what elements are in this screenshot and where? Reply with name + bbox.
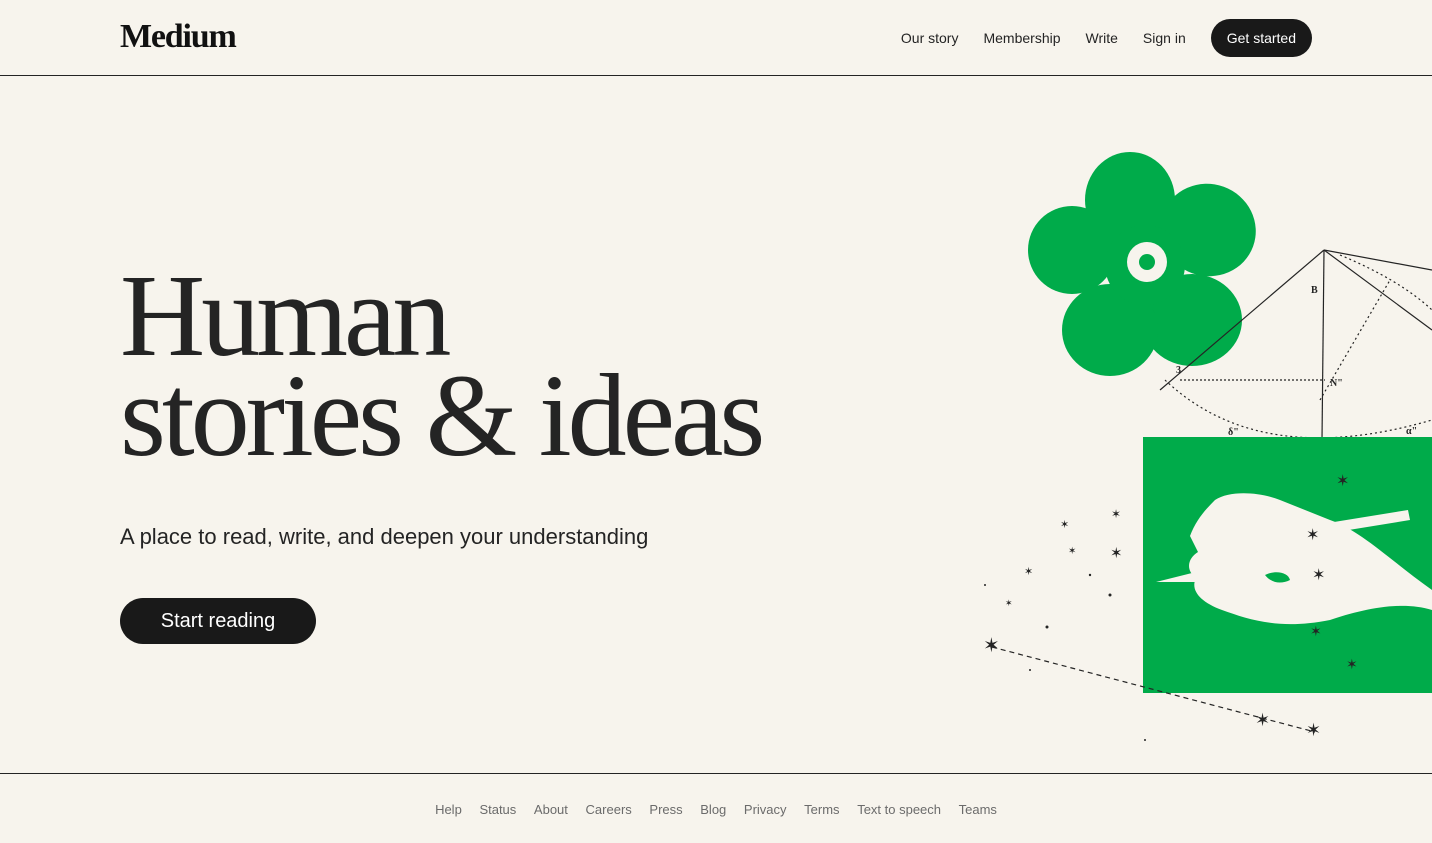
flower-illustration — [1028, 152, 1256, 376]
svg-text:✶: ✶ — [1310, 624, 1322, 640]
site-header: Medium Our story Membership Write Sign i… — [0, 0, 1432, 76]
svg-text:✶: ✶ — [1306, 720, 1321, 741]
start-reading-button[interactable]: Start reading — [120, 598, 316, 644]
svg-text:✶: ✶ — [1346, 657, 1358, 673]
diagram-label-b: B — [1311, 285, 1318, 296]
footer-link-status[interactable]: Status — [479, 802, 516, 817]
diagram-label-delta: δ" — [1228, 427, 1239, 438]
footer-link-text-to-speech[interactable]: Text to speech — [857, 802, 941, 817]
nav-membership[interactable]: Membership — [983, 30, 1060, 46]
svg-text:✶: ✶ — [1005, 599, 1013, 609]
svg-text:✶: ✶ — [1060, 518, 1069, 531]
footer-link-blog[interactable]: Blog — [700, 802, 726, 817]
diagram-label-n: N" — [1330, 378, 1343, 389]
medium-logo[interactable]: Medium — [120, 18, 237, 56]
footer-link-careers[interactable]: Careers — [586, 802, 632, 817]
svg-text:✶: ✶ — [1306, 525, 1319, 544]
footer-link-press[interactable]: Press — [649, 802, 682, 817]
nav-sign-in[interactable]: Sign in — [1143, 30, 1186, 46]
nav-our-story[interactable]: Our story — [901, 30, 959, 46]
svg-text:✶: ✶ — [1068, 546, 1076, 557]
svg-text:✶: ✶ — [983, 633, 1000, 657]
footer-links: Help Status About Careers Press Blog Pri… — [0, 802, 1432, 817]
hand-writing-illustration — [1143, 437, 1432, 693]
footer-link-teams[interactable]: Teams — [959, 802, 997, 817]
svg-text:✶: ✶ — [1336, 471, 1349, 490]
nav-write[interactable]: Write — [1086, 30, 1118, 46]
diagram-label-3: 3 — [1176, 365, 1181, 376]
top-nav: Our story Membership Write Sign in Get s… — [876, 19, 1312, 57]
get-started-button[interactable]: Get started — [1210, 19, 1312, 57]
hero-title: Human stories & ideas — [120, 257, 765, 481]
hero-title-line-2: stories & ideas — [120, 350, 765, 481]
svg-text:✶: ✶ — [1024, 565, 1033, 578]
diagram-label-alpha: α" — [1406, 426, 1417, 437]
footer-link-about[interactable]: About — [534, 802, 568, 817]
footer-link-terms[interactable]: Terms — [804, 802, 839, 817]
svg-text:✶: ✶ — [1255, 710, 1270, 731]
hero-subtitle: A place to read, write, and deepen your … — [120, 524, 649, 549]
hero-illustration: B N" E 3 δ" α" ✶ ✶ ✶ ✶ ✶ ✶ ✶ ✶ ✶ ✶ ✶ ✶ ✶… — [983, 152, 1432, 741]
site-footer: Help Status About Careers Press Blog Pri… — [0, 773, 1432, 843]
svg-text:✶: ✶ — [1111, 507, 1121, 521]
svg-text:✶: ✶ — [1312, 565, 1325, 584]
svg-text:✶: ✶ — [1110, 544, 1123, 562]
footer-link-help[interactable]: Help — [435, 802, 462, 817]
footer-link-privacy[interactable]: Privacy — [744, 802, 787, 817]
